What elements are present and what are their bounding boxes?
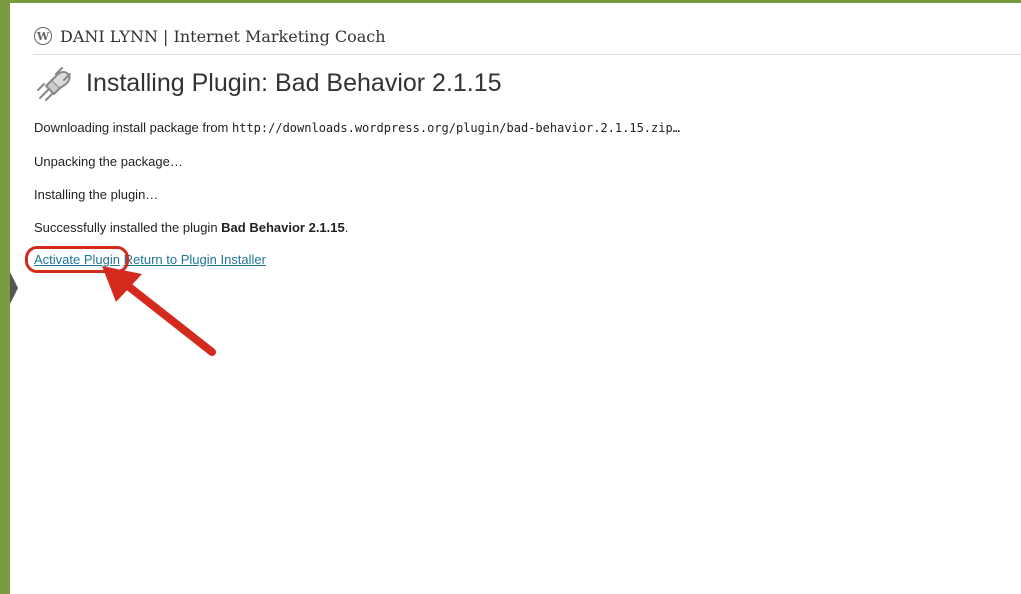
page-title: Installing Plugin: Bad Behavior 2.1.15	[86, 68, 502, 97]
menu-collapse-notch[interactable]	[10, 272, 18, 304]
annotation-arrow-icon	[102, 266, 216, 356]
success-suffix: .	[344, 220, 349, 235]
activate-plugin-link[interactable]: Activate Plugin	[34, 252, 120, 267]
download-url: http://downloads.wordpress.org/plugin/ba…	[232, 121, 680, 135]
site-title[interactable]: DANI LYNN | Internet Marketing Coach	[60, 27, 386, 46]
success-prefix: Successfully installed the plugin	[34, 220, 222, 235]
log-download-prefix: Downloading install package from	[34, 120, 232, 135]
frame-left-border	[0, 0, 10, 594]
site-header: W DANI LYNN | Internet Marketing Coach	[34, 22, 386, 50]
page-heading: Installing Plugin: Bad Behavior 2.1.15	[34, 64, 502, 102]
frame-top-border	[0, 0, 1021, 3]
return-to-plugin-installer-link[interactable]: Return to Plugin Installer	[124, 252, 266, 267]
log-installing-line: Installing the plugin…	[34, 187, 159, 202]
wordpress-logo-icon[interactable]: W	[34, 27, 52, 45]
admin-frame: W DANI LYNN | Internet Marketing Coach I…	[0, 0, 1021, 594]
success-plugin-name: Bad Behavior 2.1.15	[221, 220, 345, 235]
plugin-icon	[37, 67, 71, 101]
log-success-line: Successfully installed the plugin Bad Be…	[34, 220, 348, 235]
log-unpacking-line: Unpacking the package…	[34, 154, 183, 169]
action-links: Activate Plugin Return to Plugin Install…	[34, 252, 266, 267]
log-download-line: Downloading install package from http://…	[34, 120, 680, 135]
header-divider	[33, 54, 1021, 55]
